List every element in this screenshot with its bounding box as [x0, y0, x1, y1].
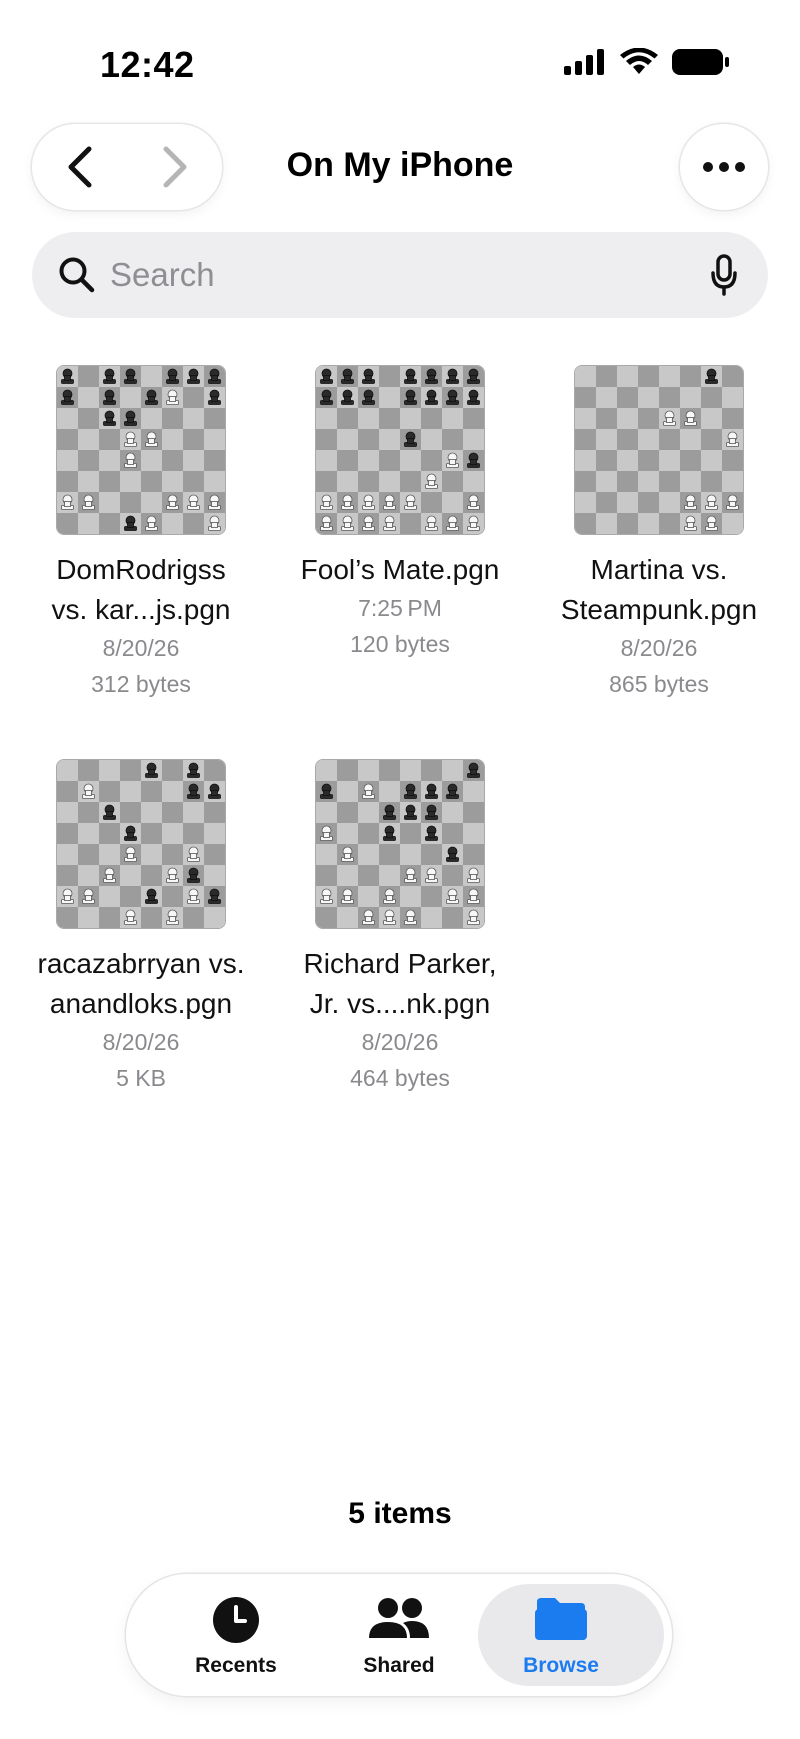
- cellular-signal-icon: [564, 49, 606, 80]
- wifi-icon: [620, 47, 658, 81]
- file-date: 8/20/26: [102, 1029, 180, 1055]
- tab-label: Browse: [523, 1654, 599, 1677]
- file-date: 8/20/26: [620, 635, 698, 661]
- ellipsis-icon: [703, 162, 745, 172]
- file-item[interactable]: Fool’s Mate.pgn 7:25 PM 120 bytes: [269, 366, 531, 662]
- file-size: 312 bytes: [91, 671, 191, 697]
- file-date: 7:25 PM: [358, 595, 442, 621]
- file-name: DomRodrigss vs. kar...js.pgn: [51, 554, 231, 625]
- tab-recents[interactable]: Recents: [151, 1574, 321, 1696]
- file-size: 464 bytes: [350, 1065, 450, 1091]
- people-icon: [369, 1598, 429, 1638]
- tab-shared[interactable]: Shared: [314, 1574, 484, 1696]
- tab-browse[interactable]: Browse: [476, 1574, 646, 1696]
- status-icons: [564, 47, 730, 81]
- chess-board-thumbnail: [316, 760, 484, 928]
- search-bar: [32, 232, 768, 318]
- clock-icon: [213, 1597, 259, 1643]
- folder-icon: [535, 1598, 587, 1640]
- file-name: Martina vs. Steampunk.pgn: [560, 554, 758, 625]
- tab-bar: Recents Shared Browse: [126, 1574, 672, 1696]
- file-size: 865 bytes: [609, 671, 709, 697]
- file-item[interactable]: Richard Parker, Jr. vs....nk.pgn 8/20/26 …: [269, 760, 531, 1096]
- battery-icon: [672, 48, 730, 81]
- status-time: 12:42: [100, 44, 195, 85]
- file-name: Richard Parker, Jr. vs....nk.pgn: [303, 948, 497, 1019]
- file-date: 8/20/26: [361, 1029, 439, 1055]
- file-size: 120 bytes: [350, 631, 450, 657]
- search-input[interactable]: [110, 250, 690, 300]
- tab-label: Recents: [195, 1654, 277, 1677]
- file-name: racazabrryan vs. anandloks.pgn: [37, 948, 245, 1019]
- chess-board-thumbnail: [57, 760, 225, 928]
- file-date: 8/20/26: [102, 635, 180, 661]
- file-item[interactable]: Martina vs. Steampunk.pgn 8/20/26 865 byt…: [528, 366, 790, 702]
- chess-board-thumbnail: [575, 366, 743, 534]
- file-name: Fool’s Mate.pgn: [300, 554, 500, 585]
- more-options-button[interactable]: [680, 124, 768, 210]
- chess-board-thumbnail: [57, 366, 225, 534]
- items-count: 5 items: [348, 1497, 452, 1530]
- chess-board-thumbnail: [316, 366, 484, 534]
- microphone-icon[interactable]: [710, 254, 738, 301]
- file-item[interactable]: racazabrryan vs. anandloks.pgn 8/20/26 5 …: [10, 760, 272, 1096]
- search-icon: [58, 256, 96, 299]
- file-size: 5 KB: [116, 1065, 166, 1091]
- tab-label: Shared: [363, 1654, 435, 1677]
- file-item[interactable]: DomRodrigss vs. kar...js.pgn 8/20/26 312 …: [10, 366, 272, 702]
- status-bar: 12:42: [0, 0, 800, 110]
